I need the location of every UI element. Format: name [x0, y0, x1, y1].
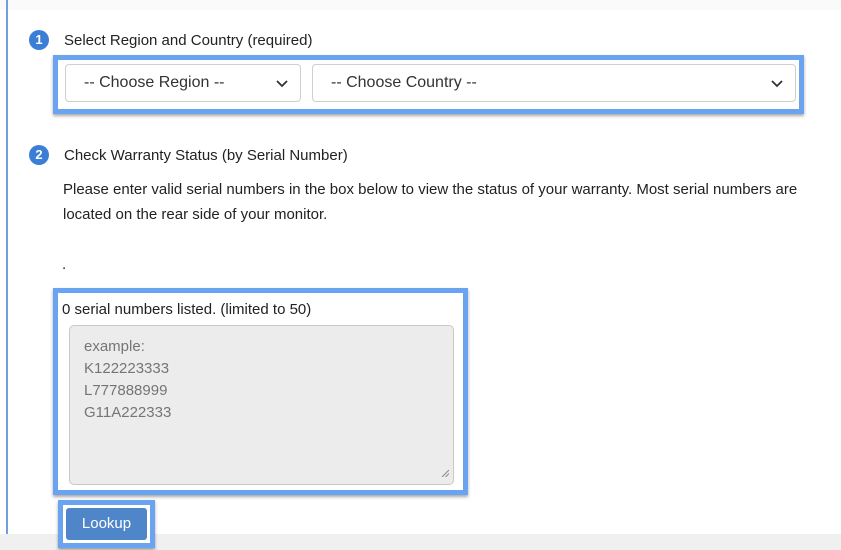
- step-2-badge: 2: [29, 145, 49, 165]
- step-1-title: Select Region and Country (required): [64, 32, 313, 49]
- top-strip: [0, 0, 841, 10]
- resize-grip-icon[interactable]: [441, 469, 449, 477]
- region-country-group: -- Choose Region -- -- Choose Country --: [53, 55, 804, 114]
- warranty-check-page: 1 Select Region and Country (required) -…: [0, 0, 841, 550]
- chevron-down-icon: [771, 80, 783, 88]
- serial-count-text: 0 serial numbers listed. (limited to 50): [62, 301, 312, 318]
- dot-text: .: [62, 256, 67, 273]
- chevron-down-icon: [276, 80, 288, 88]
- serial-numbers-input[interactable]: [69, 325, 454, 485]
- region-select[interactable]: -- Choose Region --: [65, 64, 301, 102]
- left-divider: [6, 0, 8, 550]
- country-select[interactable]: -- Choose Country --: [312, 64, 796, 102]
- step-1-badge: 1: [29, 30, 49, 50]
- country-select-value: -- Choose Country --: [331, 74, 477, 91]
- step-2-title: Check Warranty Status (by Serial Number): [64, 147, 348, 164]
- lookup-button[interactable]: Lookup: [66, 508, 147, 540]
- lookup-button-highlight: Lookup: [58, 500, 155, 548]
- region-select-value: -- Choose Region --: [84, 74, 225, 91]
- warranty-instructions: Please enter valid serial numbers in the…: [63, 181, 798, 223]
- serial-numbers-group: 0 serial numbers listed. (limited to 50): [53, 288, 468, 495]
